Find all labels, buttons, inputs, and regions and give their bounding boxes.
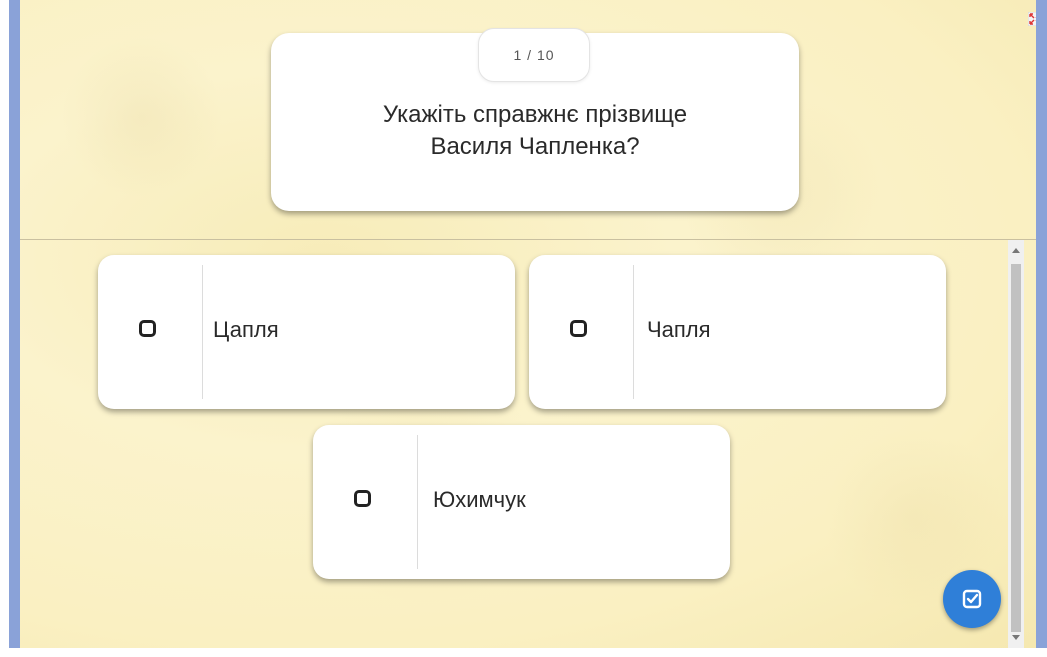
checkbox-icon[interactable] bbox=[139, 320, 156, 337]
option-separator bbox=[417, 435, 418, 569]
left-frame-border bbox=[9, 0, 20, 657]
quiz-stage: Укажіть справжнє прізвище Василя Чапленк… bbox=[20, 0, 1036, 648]
right-frame-border bbox=[1036, 0, 1047, 657]
answer-option-label: Цапля bbox=[213, 317, 279, 342]
check-square-icon bbox=[962, 589, 982, 609]
question-counter: 1 / 10 bbox=[478, 28, 590, 82]
question-text: Укажіть справжнє прізвище Василя Чапленк… bbox=[271, 99, 799, 163]
answer-option-3[interactable]: Юхимчук bbox=[313, 425, 730, 579]
checkbox-icon[interactable] bbox=[354, 490, 371, 507]
option-separator bbox=[633, 265, 634, 399]
answer-option-1[interactable]: Цапля bbox=[98, 255, 515, 409]
scrollbar-thumb[interactable] bbox=[1011, 264, 1021, 632]
answers-scrollbar[interactable] bbox=[1008, 240, 1024, 648]
option-separator bbox=[202, 265, 203, 399]
question-line-2: Василя Чапленка? bbox=[430, 133, 640, 160]
fullscreen-icon[interactable] bbox=[1027, 11, 1036, 27]
checkbox-icon[interactable] bbox=[570, 320, 587, 337]
answer-option-label: Чапля bbox=[647, 317, 711, 342]
submit-answer-button[interactable] bbox=[943, 570, 1001, 628]
bottom-frame-strip bbox=[0, 648, 1047, 657]
answer-option-2[interactable]: Чапля bbox=[529, 255, 946, 409]
scroll-down-arrow-icon[interactable] bbox=[1008, 628, 1024, 648]
question-line-1: Укажіть справжнє прізвище bbox=[382, 101, 688, 128]
answer-option-label: Юхимчук bbox=[433, 487, 526, 512]
scroll-up-arrow-icon[interactable] bbox=[1008, 240, 1024, 260]
section-divider bbox=[20, 239, 1036, 240]
